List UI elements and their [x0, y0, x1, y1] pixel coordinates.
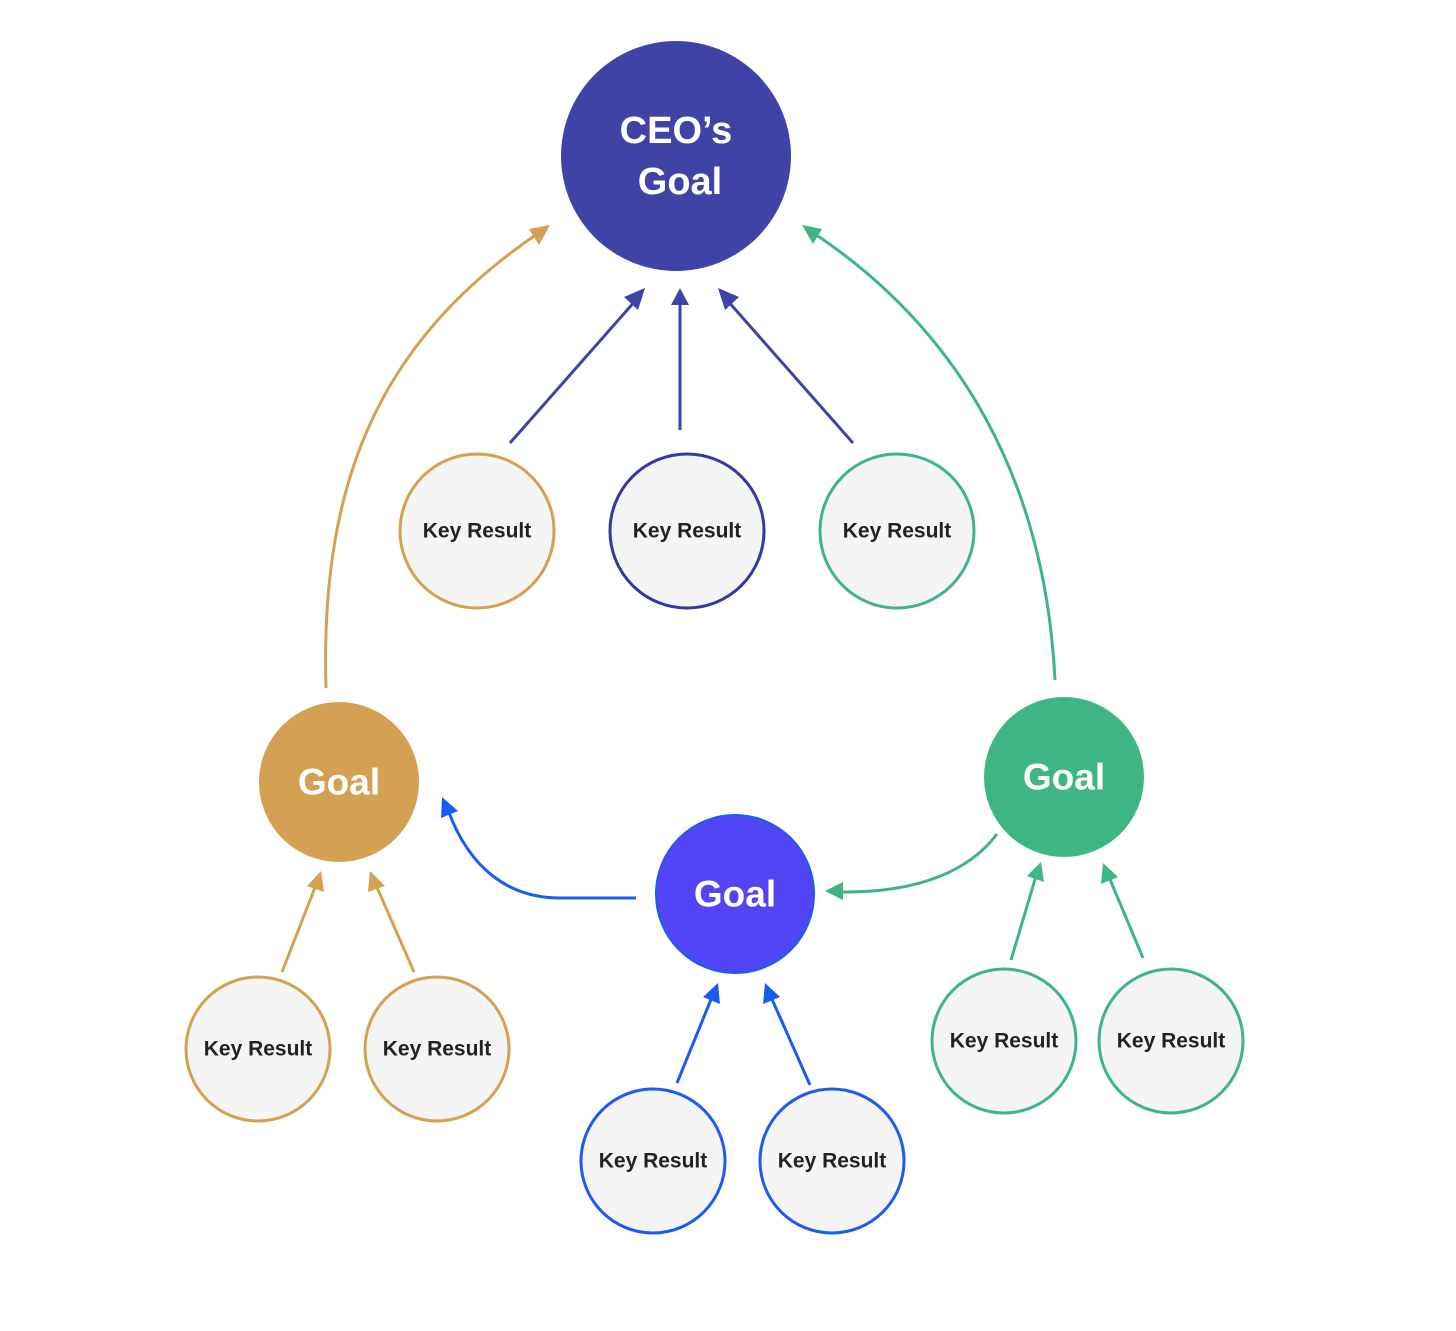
ceo-goal-label-line2: Goal	[638, 161, 722, 203]
goal-label: Goal	[694, 874, 776, 915]
arrow-green-kr-1	[1009, 875, 1038, 961]
key-result-label: Key Result	[843, 520, 952, 543]
green-key-result-node[interactable]: Key Result	[1097, 967, 1245, 1115]
ceo-key-result-node[interactable]: Key Result	[608, 452, 766, 610]
arrowhead-icon	[368, 871, 385, 892]
arrow-blue-kr-1	[675, 996, 714, 1084]
arrowhead-icon	[671, 288, 689, 305]
key-result-label: Key Result	[633, 520, 742, 543]
green-key-result-node[interactable]: Key Result	[930, 967, 1078, 1115]
arrowhead-icon	[825, 882, 843, 900]
ceo-goal-node[interactable]: CEO’s Goal	[561, 41, 791, 271]
key-result-label: Key Result	[778, 1150, 887, 1173]
arrow-blue-goal-to-gold-goal	[446, 809, 636, 900]
blue-key-result-node[interactable]: Key Result	[579, 1087, 727, 1235]
gold-goal-node[interactable]: Goal	[259, 702, 419, 862]
arrow-kr-to-ceo-1	[508, 299, 638, 444]
arrow-kr-to-ceo-3	[725, 299, 855, 444]
key-result-label: Key Result	[423, 520, 532, 543]
goal-label: Goal	[298, 762, 380, 803]
arrowhead-icon	[307, 871, 324, 892]
arrow-gold-kr-2	[374, 884, 416, 973]
gold-key-result-node[interactable]: Key Result	[184, 975, 332, 1123]
green-goal-node[interactable]: Goal	[984, 697, 1144, 857]
arrowhead-icon	[718, 288, 739, 310]
goal-label: Goal	[1023, 757, 1105, 798]
arrow-blue-kr-2	[769, 996, 812, 1086]
arrow-green-kr-2	[1107, 876, 1145, 959]
arrowhead-icon	[802, 225, 822, 244]
key-result-label: Key Result	[599, 1150, 708, 1173]
ceo-key-result-node[interactable]: Key Result	[818, 452, 976, 610]
arrow-gold-kr-1	[280, 884, 318, 973]
gold-key-result-node[interactable]: Key Result	[363, 975, 511, 1123]
arrow-green-goal-to-blue-goal	[839, 833, 999, 894]
key-result-label: Key Result	[204, 1038, 313, 1061]
arrowhead-icon	[529, 225, 550, 245]
ceo-goal-label-line1: CEO’s	[620, 110, 733, 152]
key-result-label: Key Result	[950, 1030, 1059, 1053]
blue-key-result-node[interactable]: Key Result	[758, 1087, 906, 1235]
blue-goal-node[interactable]: Goal	[655, 814, 815, 974]
arrow-green-goal-to-ceo	[811, 230, 1057, 681]
okr-diagram: CEO’s Goal Key Result Key Result Key Res…	[184, 41, 1245, 1235]
key-result-label: Key Result	[383, 1038, 492, 1061]
arrowhead-icon	[624, 288, 645, 310]
key-result-label: Key Result	[1117, 1030, 1226, 1053]
ceo-key-result-node[interactable]: Key Result	[398, 452, 556, 610]
arrowhead-icon	[1027, 862, 1044, 882]
